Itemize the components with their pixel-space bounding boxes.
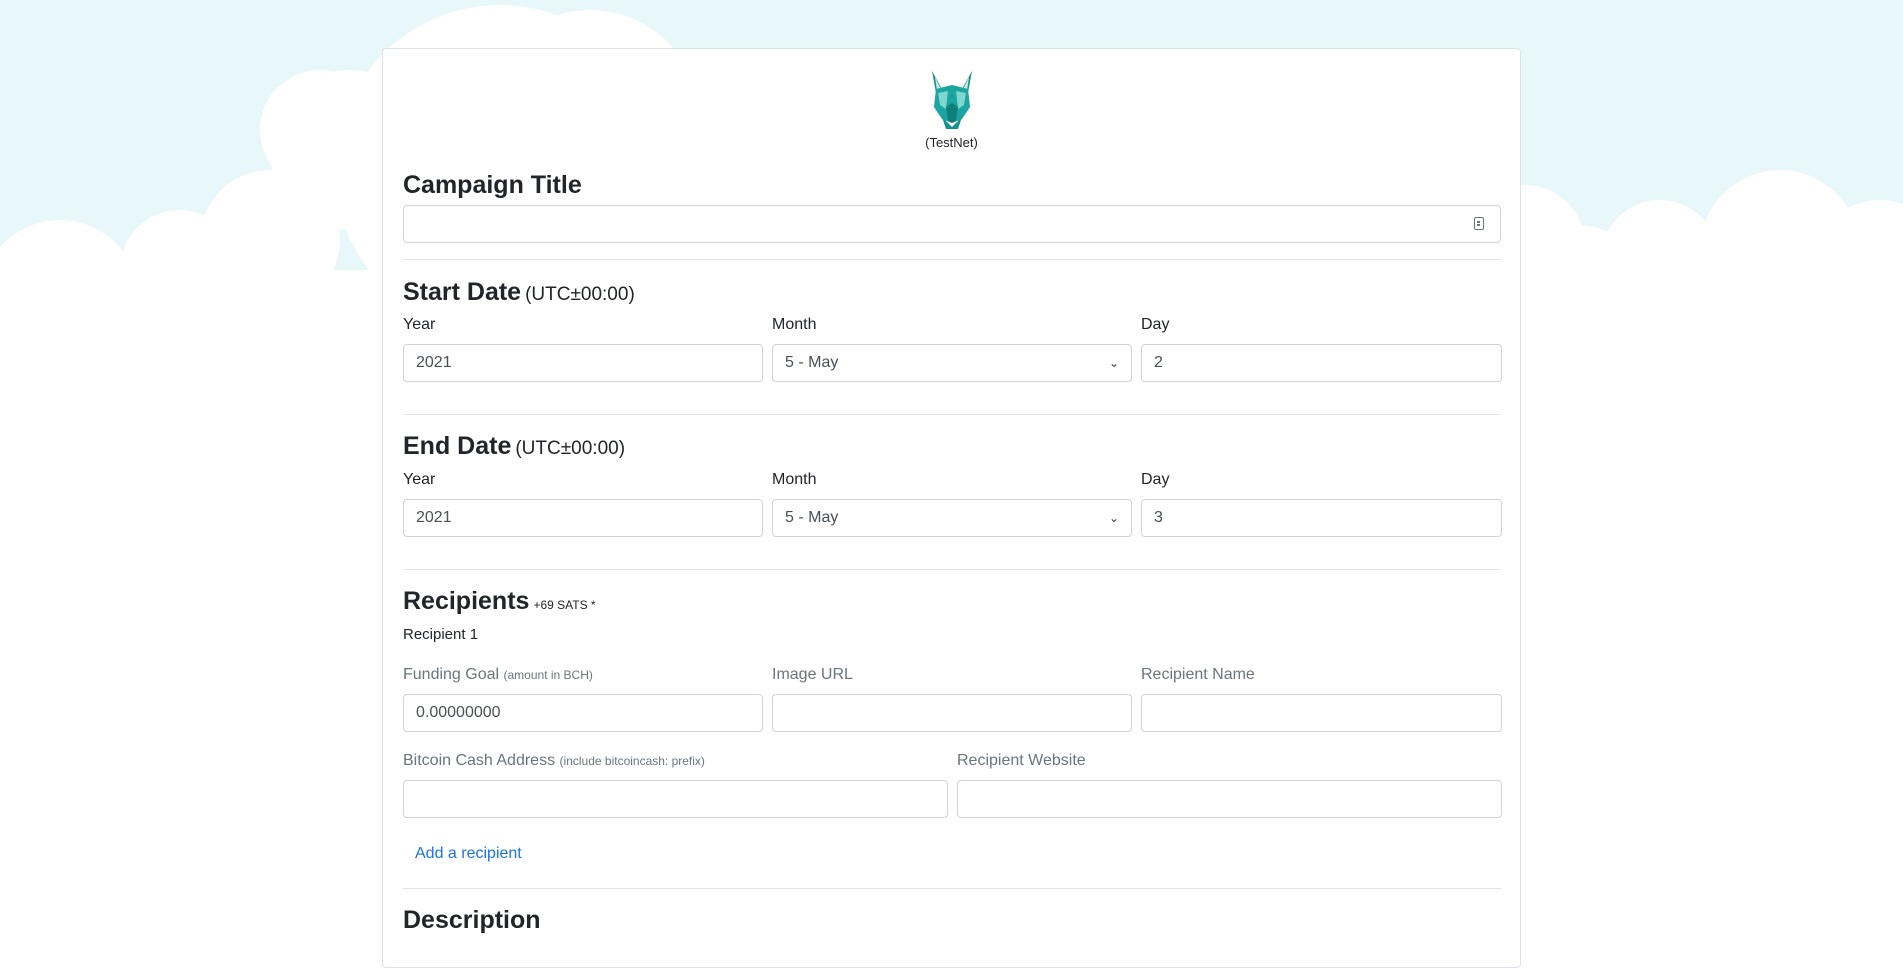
start-year-label: Year [403,316,436,333]
start-year-input[interactable]: 2021 [403,344,763,382]
end-day-label: Day [1141,471,1170,488]
end-date-timezone: (UTC±00:00) [515,438,626,459]
recipients-heading: Recipients +69 SATS * [403,586,596,620]
bch-address-hint: (include bitcoincash: prefix) [559,754,705,768]
divider [403,888,1501,889]
recipient-website-label: Recipient Website [957,752,1086,769]
divider [403,259,1501,260]
start-month-value: 5 - May [785,354,839,371]
start-date-heading-text: Start Date [403,278,522,306]
image-url-label: Image URL [772,666,853,683]
end-month-label: Month [772,471,817,488]
campaign-title-heading: Campaign Title [403,171,582,199]
bch-address-label: Bitcoin Cash Address (include bitcoincas… [403,751,705,771]
funding-goal-label: Funding Goal (amount in BCH) [403,665,593,685]
funding-goal-label-text: Funding Goal [403,666,500,683]
end-year-input[interactable]: 2021 [403,499,763,537]
recipient-1-label: Recipient 1 [403,626,479,643]
bch-address-label-text: Bitcoin Cash Address [403,752,556,769]
wolf-logo-icon [931,71,972,129]
campaign-form-card: (TestNet) Campaign Title Start Date (UTC±… [382,48,1521,968]
recipient-website-input[interactable] [957,780,1502,818]
funding-goal-hint: (amount in BCH) [503,668,593,682]
end-month-value: 5 - May [785,509,839,526]
start-month-select[interactable]: 5 - May ⌄ [772,344,1132,382]
add-recipient-link[interactable]: Add a recipient [415,844,522,864]
start-date-timezone: (UTC±00:00) [525,284,635,305]
campaign-title-input[interactable] [403,205,1501,243]
recipients-fee-note: +69 SATS * [533,598,596,612]
end-date-heading-text: End Date [403,432,512,460]
chevron-down-icon: ⌄ [1108,511,1119,525]
image-url-input[interactable] [772,694,1132,732]
description-heading: Description [403,906,541,934]
end-date-heading: End Date (UTC±00:00) [403,431,625,464]
start-date-heading: Start Date (UTC±00:00) [403,277,635,310]
start-month-label: Month [772,316,817,333]
start-day-input[interactable]: 2 [1141,344,1502,382]
recipient-name-label: Recipient Name [1141,666,1255,683]
funding-goal-input[interactable]: 0.00000000 [403,694,763,732]
end-year-label: Year [403,471,436,488]
divider [403,569,1501,570]
start-day-label: Day [1141,316,1170,333]
network-label: (TestNet) [925,135,978,150]
divider [403,414,1501,415]
chevron-down-icon: ⌄ [1108,356,1119,370]
end-day-input[interactable]: 3 [1141,499,1502,537]
recipients-heading-text: Recipients [403,587,530,615]
text-field-icon[interactable] [1474,217,1484,230]
recipient-name-input[interactable] [1141,694,1502,732]
end-month-select[interactable]: 5 - May ⌄ [772,499,1132,537]
bch-address-input[interactable] [403,780,948,818]
logo-container [383,67,1520,134]
